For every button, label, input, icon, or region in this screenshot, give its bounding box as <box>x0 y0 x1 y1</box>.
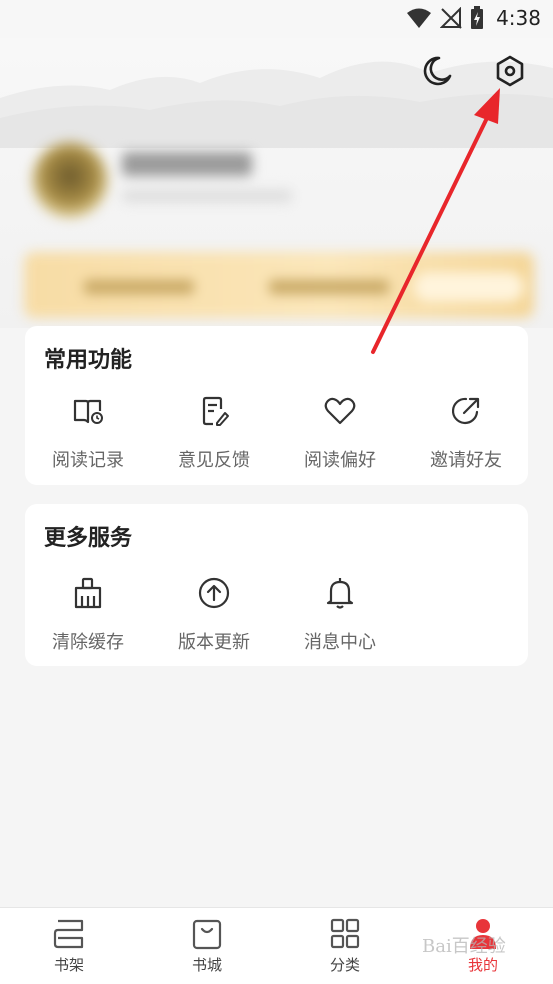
cloud-upload-icon <box>198 577 230 609</box>
username-blurred <box>122 152 252 176</box>
common-functions-card: 常用功能 阅读记录 意见反馈 阅读偏好 邀请好友 <box>25 326 528 485</box>
avatar[interactable] <box>32 142 108 218</box>
reading-preference-label: 阅读偏好 <box>304 450 376 471</box>
category-grid-icon <box>330 918 360 949</box>
invite-share-icon <box>451 397 480 425</box>
heart-icon <box>324 397 356 425</box>
battery-charging-icon <box>471 6 484 29</box>
watermark: Bai百经验 <box>422 936 506 957</box>
version-update-label: 版本更新 <box>178 632 250 653</box>
wifi-icon <box>407 8 432 28</box>
feedback-icon <box>202 396 229 426</box>
clear-cache-button[interactable]: 清除缓存 <box>25 576 151 656</box>
profile-header <box>0 38 553 328</box>
common-functions-title: 常用功能 <box>44 348 133 373</box>
bookshelf-icon <box>53 919 84 949</box>
more-services-title: 更多服务 <box>44 526 133 551</box>
status-icons: 4:38 <box>406 6 541 30</box>
vip-button-blurred[interactable] <box>414 272 524 302</box>
blurred-profile <box>4 102 550 327</box>
more-services-card: 更多服务 清除缓存 版本更新 消息中心 <box>25 504 528 666</box>
clear-cache-label: 清除缓存 <box>52 632 124 653</box>
user-info-blurred <box>122 190 292 202</box>
version-update-button[interactable]: 版本更新 <box>151 576 277 656</box>
tab-category-label: 分类 <box>329 956 360 974</box>
tab-bookstore-label: 书城 <box>191 956 222 974</box>
moon-icon[interactable] <box>419 54 453 88</box>
status-time: 4:38 <box>496 6 541 30</box>
tab-bookshelf-label: 书架 <box>53 956 84 974</box>
bookstore-bag-icon <box>192 919 222 950</box>
broom-icon <box>74 577 102 609</box>
feedback-button[interactable]: 意见反馈 <box>151 394 277 474</box>
reading-history-button[interactable]: 阅读记录 <box>25 394 151 474</box>
bell-icon <box>326 578 354 609</box>
message-center-button[interactable]: 消息中心 <box>277 576 403 656</box>
reading-history-icon <box>73 399 103 424</box>
invite-friends-label: 邀请好友 <box>430 450 502 471</box>
reading-history-label: 阅读记录 <box>52 450 124 471</box>
settings-hexagon-icon[interactable] <box>493 54 527 88</box>
vip-text-blurred <box>84 280 194 294</box>
no-signal-icon <box>440 7 462 29</box>
reading-preference-button[interactable]: 阅读偏好 <box>277 394 403 474</box>
status-bar: 4:38 <box>0 0 553 38</box>
vip-text-blurred <box>269 280 389 294</box>
tab-category[interactable]: 分类 <box>276 908 414 984</box>
tab-bookshelf[interactable]: 书架 <box>0 908 138 984</box>
feedback-label: 意见反馈 <box>178 450 250 471</box>
tab-bookstore[interactable]: 书城 <box>138 908 276 984</box>
invite-friends-button[interactable]: 邀请好友 <box>403 394 529 474</box>
message-center-label: 消息中心 <box>304 632 376 653</box>
